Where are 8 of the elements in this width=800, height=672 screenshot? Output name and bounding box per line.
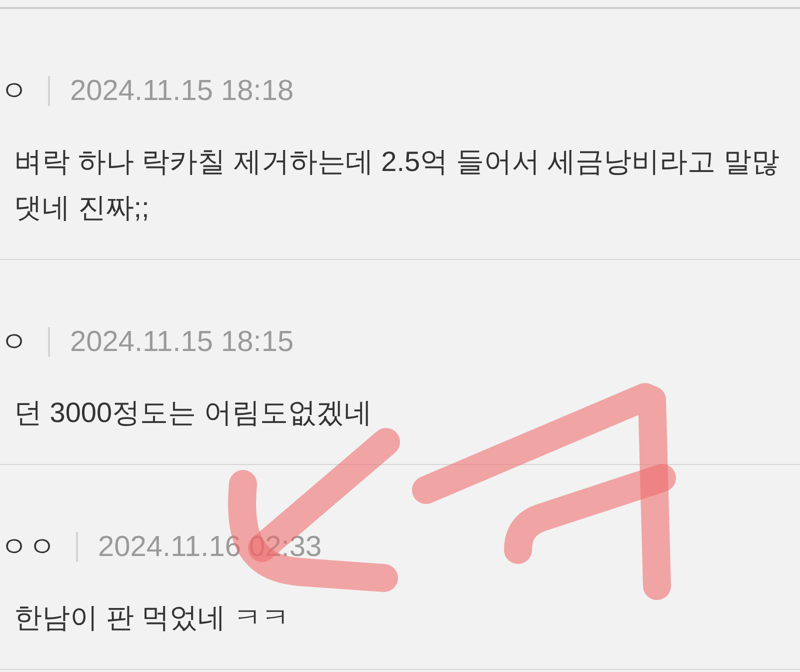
author-name: ㅇ [0,74,28,108]
comment-text: 벼락 하나 락카칠 제거하는데 2.5억 들어서 세금낭비라고 말많 댓네 진짜;; [13,145,780,225]
comment-date: 2024.11.15 18:15 [70,325,294,360]
comment-date: 2024.11.15 18:18 [70,74,294,109]
comment-text: 한남이 판 먹었네 ㅋㅋ [13,601,290,635]
comment-text: 던 3000정도는 어림도없겠네 [13,396,372,430]
author-name: ㅇ [0,325,28,359]
author-name: ㅇㅇ [0,530,56,564]
